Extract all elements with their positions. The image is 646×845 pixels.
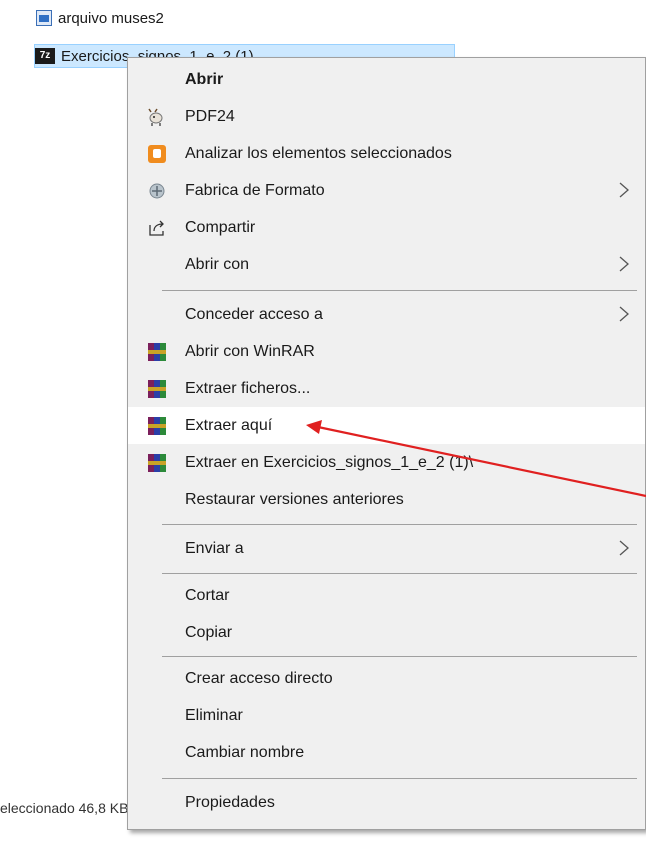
chevron-right-icon xyxy=(619,256,629,272)
avast-icon xyxy=(148,145,166,163)
menu-separator xyxy=(162,778,637,779)
menu-item-propiedades[interactable]: Propiedades xyxy=(128,784,645,821)
menu-item-restaurar-versiones[interactable]: Restaurar versiones anteriores xyxy=(128,481,645,518)
chevron-right-icon xyxy=(619,540,629,556)
share-icon xyxy=(149,220,164,236)
status-bar-text: eleccionado 46,8 KB xyxy=(0,800,129,816)
menu-item-pdf24[interactable]: PDF24 xyxy=(128,98,645,135)
menu-separator xyxy=(162,573,637,574)
menu-item-analizar[interactable]: Analizar los elementos seleccionados xyxy=(128,135,645,172)
menu-item-extraer-aqui[interactable]: Extraer aquí xyxy=(128,407,645,444)
menu-item-conceder-acceso[interactable]: Conceder acceso a xyxy=(128,296,645,333)
menu-item-copiar[interactable]: Copiar xyxy=(128,614,645,651)
7z-archive-icon: 7z xyxy=(35,48,55,64)
menu-item-crear-acceso-directo[interactable]: Crear acceso directo xyxy=(128,660,645,697)
winrar-icon xyxy=(148,417,166,435)
menu-item-compartir[interactable]: Compartir xyxy=(128,209,645,246)
format-factory-icon xyxy=(149,183,165,199)
menu-item-cortar[interactable]: Cortar xyxy=(128,577,645,614)
winrar-icon xyxy=(148,380,166,398)
menu-separator xyxy=(162,524,637,525)
context-menu: Abrir PDF24 Analizar los elementos selec… xyxy=(127,57,646,830)
menu-item-abrir-con-winrar[interactable]: Abrir con WinRAR xyxy=(128,333,645,370)
menu-item-extraer-ficheros[interactable]: Extraer ficheros... xyxy=(128,370,645,407)
file-name: arquivo muses2 xyxy=(58,9,164,27)
menu-separator xyxy=(162,290,637,291)
menu-separator xyxy=(162,656,637,657)
file-item-arquivo-muses2[interactable]: arquivo muses2 xyxy=(36,7,164,29)
menu-item-abrir[interactable]: Abrir xyxy=(128,61,645,98)
menu-item-cambiar-nombre[interactable]: Cambiar nombre xyxy=(128,734,645,771)
chevron-right-icon xyxy=(619,182,629,198)
image-file-icon xyxy=(36,10,52,26)
menu-item-abrir-con[interactable]: Abrir con xyxy=(128,246,645,283)
menu-item-extraer-en-carpeta[interactable]: Extraer en Exercicios_signos_1_e_2 (1)\ xyxy=(128,444,645,481)
menu-item-enviar-a[interactable]: Enviar a xyxy=(128,530,645,567)
menu-item-fabrica-de-formato[interactable]: Fabrica de Formato xyxy=(128,172,645,209)
chevron-right-icon xyxy=(619,306,629,322)
winrar-icon xyxy=(148,454,166,472)
pdf24-goat-icon xyxy=(148,108,163,126)
menu-item-eliminar[interactable]: Eliminar xyxy=(128,697,645,734)
winrar-icon xyxy=(148,343,166,361)
